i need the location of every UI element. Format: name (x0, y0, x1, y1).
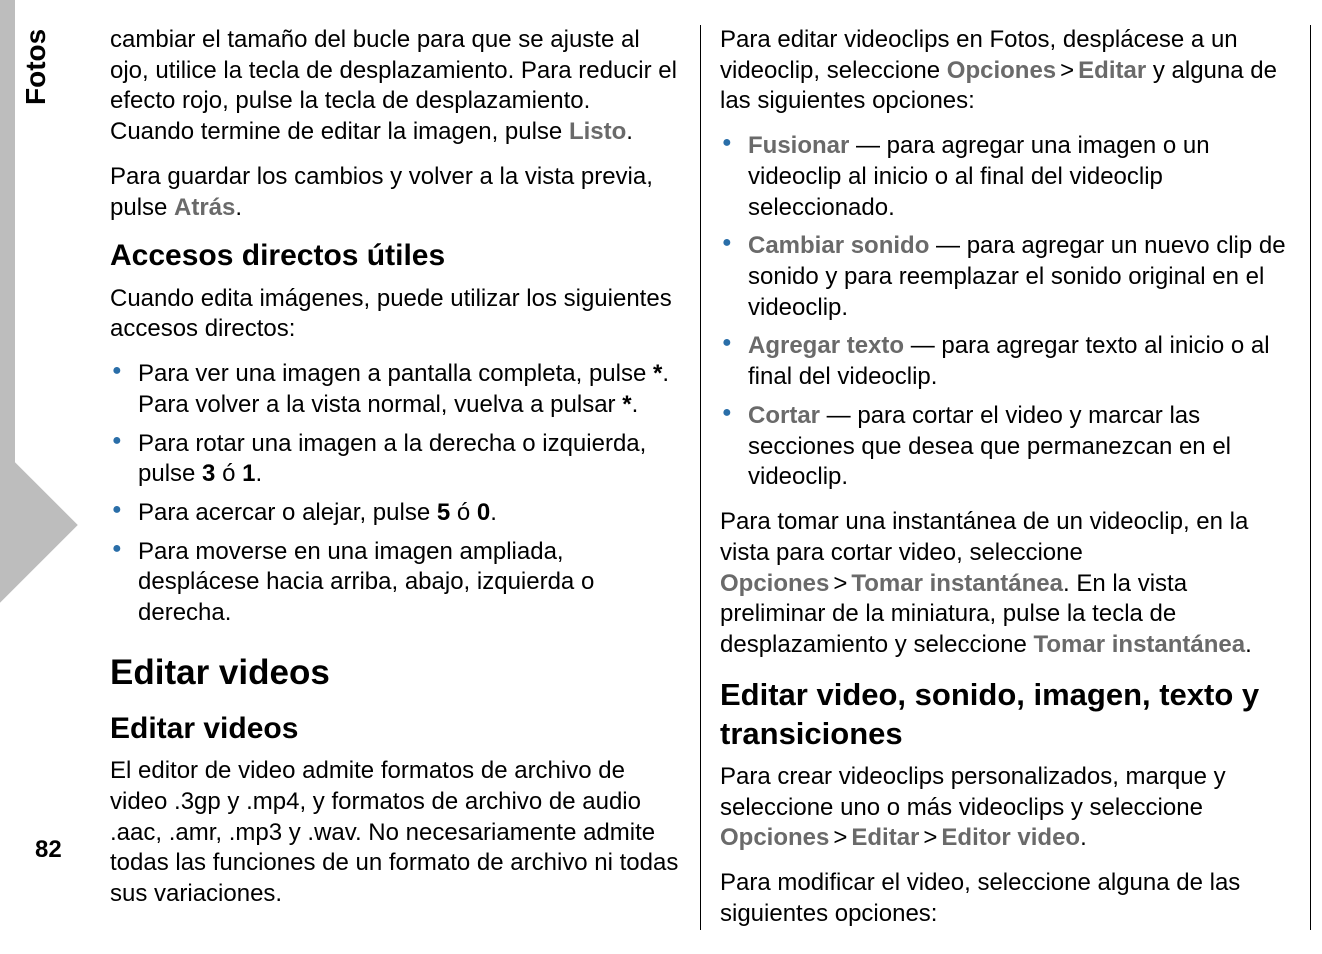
ui-label-tomar-instantanea: Tomar instantánea (1034, 631, 1246, 658)
section-title-vertical: Fotos (20, 29, 52, 105)
body-text: — para cortar el video y marcar las secc… (748, 402, 1231, 490)
ui-label-atras: Atrás (174, 194, 235, 221)
ui-label-editar: Editar (1078, 57, 1146, 84)
paragraph: Para tomar una instantánea de un videocl… (720, 507, 1290, 661)
key-asterisk: * (622, 391, 631, 418)
breadcrumb-separator: > (1056, 57, 1078, 84)
body-text: Para acercar o alejar, pulse (138, 499, 437, 526)
sidebar-accent (0, 0, 15, 480)
heading-editar-videos-small: Editar videos (110, 710, 680, 748)
body-text: Para crear videoclips personalizados, ma… (720, 763, 1226, 821)
body-text: . (255, 460, 262, 487)
list-item: Para acercar o alejar, pulse 5 ó 0. (110, 498, 680, 529)
list-item: Agregar texto — para agregar texto al in… (720, 331, 1290, 392)
ui-label-cambiar-sonido: Cambiar sonido (748, 232, 929, 259)
body-text: . (632, 391, 639, 418)
ui-label-fusionar: Fusionar (748, 132, 849, 159)
body-text: . (1245, 631, 1252, 658)
page-content: cambiar el tamaño del bucle para que se … (110, 25, 1290, 930)
paragraph: Para crear videoclips personalizados, ma… (720, 762, 1290, 854)
list-item: Para rotar una imagen a la derecha o izq… (110, 429, 680, 490)
ui-label-listo: Listo (569, 118, 626, 145)
key-0: 0 (477, 499, 490, 526)
list-item: Para ver una imagen a pantalla completa,… (110, 359, 680, 420)
sidebar: Fotos 82 (0, 0, 90, 954)
key-asterisk: * (653, 360, 662, 387)
list-item: Fusionar — para agregar una imagen o un … (720, 131, 1290, 223)
breadcrumb-separator: > (919, 824, 941, 851)
list-item: Cambiar sonido — para agregar un nuevo c… (720, 231, 1290, 323)
key-1: 1 (242, 460, 255, 487)
list-item: Para moverse en una imagen ampliada, des… (110, 537, 680, 629)
paragraph: Cuando edita imágenes, puede utilizar lo… (110, 284, 680, 345)
ui-label-cortar: Cortar (748, 402, 820, 429)
page-number: 82 (35, 836, 62, 864)
edit-options-list: Fusionar — para agregar una imagen o un … (720, 131, 1290, 493)
ui-label-opciones: Opciones (720, 824, 829, 851)
shortcut-list: Para ver una imagen a pantalla completa,… (110, 359, 680, 629)
body-text: . (1080, 824, 1087, 851)
body-text: ó (215, 460, 242, 487)
body-text: Para ver una imagen a pantalla completa,… (138, 360, 653, 387)
body-text: . (235, 194, 242, 221)
paragraph: Para guardar los cambios y volver a la v… (110, 162, 680, 223)
heading-editar-transiciones: Editar video, sonido, imagen, texto y tr… (720, 675, 1290, 754)
body-text: ó (450, 499, 477, 526)
body-text: . (626, 118, 633, 145)
key-5: 5 (437, 499, 450, 526)
list-item: Cortar — para cortar el video y marcar l… (720, 401, 1290, 493)
paragraph: El editor de video admite formatos de ar… (110, 756, 680, 910)
paragraph: cambiar el tamaño del bucle para que se … (110, 25, 680, 148)
ui-label-editor-video: Editor video (941, 824, 1080, 851)
breadcrumb-separator: > (829, 824, 851, 851)
body-text: . (490, 499, 497, 526)
body-text: Para tomar una instantánea de un videocl… (720, 508, 1248, 566)
ui-label-opciones: Opciones (947, 57, 1056, 84)
breadcrumb-separator: > (829, 570, 851, 597)
heading-editar-videos-large: Editar videos (110, 651, 680, 696)
ui-label-editar: Editar (851, 824, 919, 851)
ui-label-opciones: Opciones (720, 570, 829, 597)
ui-label-agregar-texto: Agregar texto (748, 332, 904, 359)
key-3: 3 (202, 460, 215, 487)
ui-label-tomar-instantanea: Tomar instantánea (851, 570, 1063, 597)
paragraph: Para modificar el video, seleccione algu… (720, 868, 1290, 929)
heading-accesos-directos: Accesos directos útiles (110, 237, 680, 275)
paragraph: Para editar videoclips en Fotos, desplác… (720, 25, 1290, 117)
sidebar-diamond-decoration (0, 447, 78, 603)
